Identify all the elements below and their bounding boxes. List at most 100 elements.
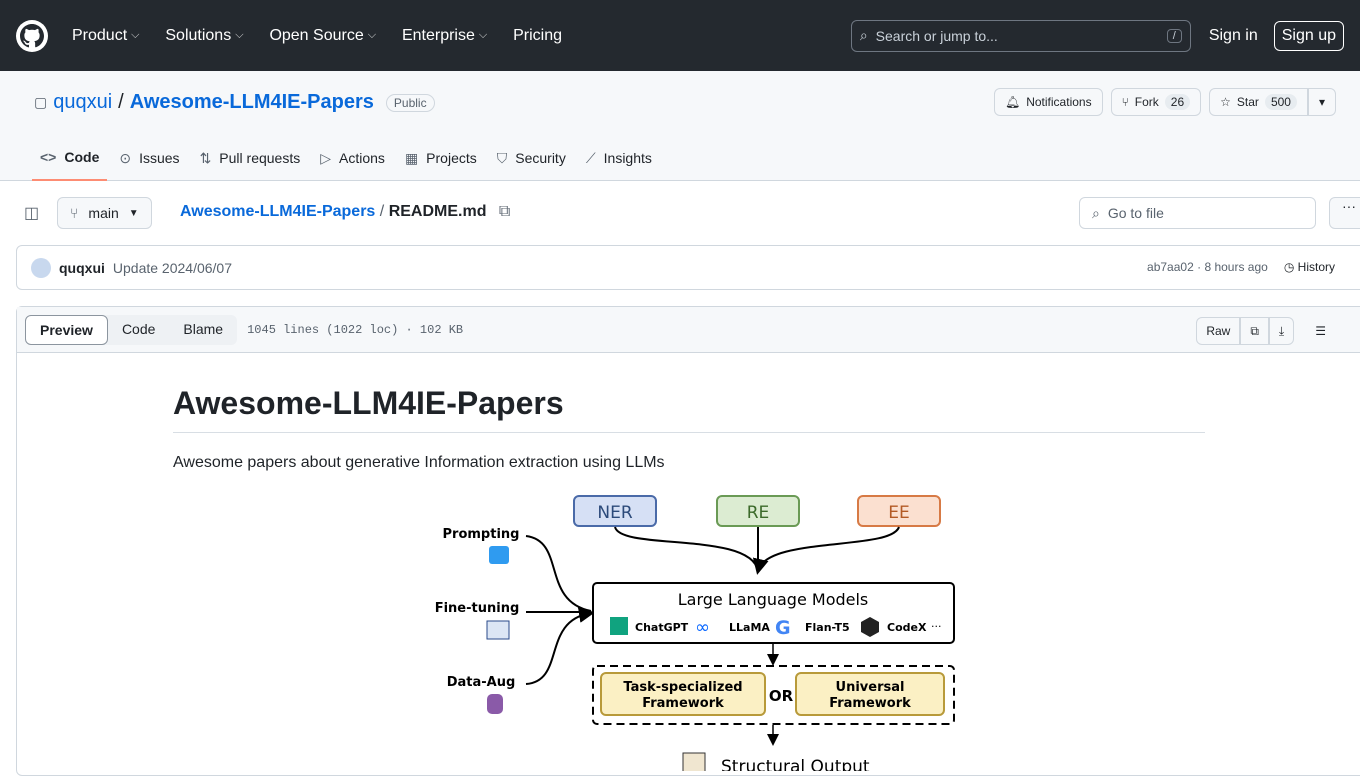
separator: / <box>379 203 385 220</box>
sign-in-link[interactable]: Sign in <box>1209 27 1258 45</box>
global-header: Product ⌵ Solutions ⌵ Open Source ⌵ Enterpr… <box>0 0 1360 71</box>
branch-selector[interactable]: ⑂ main ▼ <box>57 197 152 229</box>
download-button[interactable]: ⤓ <box>1268 317 1295 345</box>
chatgpt-icon <box>610 617 628 635</box>
tab-label: Actions <box>339 150 385 166</box>
latest-commit: quqxui Update 2024/06/07 ab7aa02 · 8 hou… <box>16 245 1360 290</box>
tab-insights[interactable]: ⟋ Insights <box>578 141 660 181</box>
tab-actions[interactable]: ▷ Actions <box>312 141 393 181</box>
commit-meta: ab7aa02 · 8 hours ago ◷ History <box>1147 260 1335 274</box>
fork-icon: ⑂ <box>1121 95 1129 109</box>
branch-name: main <box>88 205 119 221</box>
repo-name-link[interactable]: Awesome-LLM4IE-Papers <box>130 91 374 114</box>
branch-icon: ⑂ <box>70 205 79 221</box>
github-logo-icon[interactable] <box>16 19 48 52</box>
outline-button[interactable]: ☰ <box>1306 317 1335 345</box>
preview-tab[interactable]: Preview <box>25 314 108 345</box>
fork-button[interactable]: ⑂ Fork 26 <box>1110 88 1202 116</box>
file-header: Preview Code Blame 1045 lines (1022 loc)… <box>17 307 1360 353</box>
star-count: 500 <box>1264 94 1297 110</box>
code-tab[interactable]: Code <box>108 315 169 345</box>
meta-icon: ∞ <box>695 617 710 638</box>
or-label: OR <box>769 687 794 705</box>
search-input[interactable]: ⌕ Search or jump to... / <box>850 19 1191 52</box>
tab-label: Projects <box>426 150 477 166</box>
sidebar-toggle-icon[interactable]: ◫ <box>24 203 39 223</box>
repo-owner-link[interactable]: quqxui <box>53 91 112 114</box>
framework-label: Framework <box>829 696 911 711</box>
raw-button[interactable]: Raw <box>1196 317 1241 345</box>
commit-time: 8 hours ago <box>1204 260 1268 274</box>
notifications-button[interactable]: 🔔︎ Notifications <box>993 88 1103 116</box>
tab-label: Pull requests <box>219 150 301 166</box>
star-button[interactable]: ☆ Star 500 <box>1209 88 1308 116</box>
tab-label: Security <box>515 150 566 166</box>
commit-message[interactable]: Update 2024/06/07 <box>113 260 232 276</box>
nav-pricing[interactable]: Pricing <box>513 27 562 45</box>
chevron-down-icon: ⌵ <box>478 29 488 41</box>
table-icon: ▦ <box>404 149 419 166</box>
tab-issues[interactable]: ⊙ Issues <box>111 141 187 181</box>
repo-icon: ▢ <box>34 94 48 110</box>
chevron-down-icon: ⌵ <box>131 29 140 41</box>
task-re-label: RE <box>747 503 770 523</box>
commit-author[interactable]: quqxui <box>59 260 105 276</box>
nav-solutions[interactable]: Solutions ⌵ <box>165 27 243 45</box>
tab-security[interactable]: ⛉ Security <box>489 141 574 181</box>
nav-label: Open Source <box>269 26 364 44</box>
copy-icon[interactable]: ⧉ <box>499 203 510 220</box>
copy-raw-button[interactable]: ⧉ <box>1240 317 1269 345</box>
repo-tabs: <> Code ⊙ Issues ⇅ Pull requests ▷ Actions ▦… <box>32 141 660 181</box>
separator: · <box>1197 260 1202 274</box>
nav-product[interactable]: Product ⌵ <box>72 27 139 45</box>
commit-sha[interactable]: ab7aa02 <box>1147 260 1194 274</box>
readme-description: Awesome papers about generative Informat… <box>173 454 665 471</box>
nav-label: Pricing <box>513 26 563 44</box>
star-dropdown-button[interactable]: ▾ <box>1307 88 1336 116</box>
graph-icon: ⟋ <box>585 149 596 166</box>
model-chatgpt: ChatGPT <box>635 621 689 634</box>
sign-up-button[interactable]: Sign up <box>1273 20 1344 51</box>
more-options-button[interactable]: ··· <box>1329 197 1360 229</box>
search-icon: ⌕ <box>859 27 868 43</box>
breadcrumb-file: README.md <box>388 203 487 220</box>
shield-icon: ⛉ <box>496 149 508 166</box>
tab-label: Code <box>64 149 100 165</box>
go-to-file-input[interactable]: ⌕ Go to file <box>1079 197 1316 229</box>
nav-label: Solutions <box>165 26 232 44</box>
star-label: Star <box>1236 95 1259 109</box>
caret-down-icon: ▼ <box>128 207 139 219</box>
history-icon: ◷ <box>1283 260 1295 274</box>
task-ner-label: NER <box>597 503 632 523</box>
issue-icon: ⊙ <box>119 149 132 166</box>
separator: / <box>118 91 124 113</box>
breadcrumb-repo-link[interactable]: Awesome-LLM4IE-Papers <box>180 203 375 220</box>
go-to-file-placeholder: Go to file <box>1107 205 1164 221</box>
tab-projects[interactable]: ▦ Projects <box>397 141 485 181</box>
tab-label: Issues <box>139 150 180 166</box>
tab-code[interactable]: <> Code <box>32 141 108 181</box>
nav-label: Product <box>72 26 128 44</box>
nav-label: Enterprise <box>401 26 475 44</box>
method-prompting: Prompting <box>443 527 520 542</box>
breadcrumb: Awesome-LLM4IE-Papers / README.md ⧉ <box>180 203 510 221</box>
file-actions: Raw ⧉ ⤓ ☰ <box>1196 317 1335 345</box>
repo-actions: 🔔︎ Notifications ⑂ Fork 26 ☆ Star 500 ▾ <box>993 88 1336 116</box>
nav-open-source[interactable]: Open Source ⌵ <box>269 27 376 45</box>
kebab-icon: ··· <box>1342 198 1356 214</box>
fork-count: 26 <box>1164 94 1191 110</box>
blame-tab[interactable]: Blame <box>169 315 237 345</box>
google-icon: G <box>775 617 791 639</box>
fork-label: Fork <box>1134 95 1159 109</box>
history-link[interactable]: ◷ History <box>1284 260 1335 274</box>
avatar[interactable] <box>31 257 51 278</box>
list-icon: ☰ <box>1315 324 1326 338</box>
overview-figure: NER RE EE Prompting Fine-tuning Data-Aug… <box>435 495 955 771</box>
framework-label: Universal <box>836 680 905 695</box>
chevron-down-icon: ▾ <box>1318 95 1325 109</box>
tab-label: Insights <box>603 150 652 166</box>
tab-pull-requests[interactable]: ⇅ Pull requests <box>192 141 309 181</box>
chevron-down-icon: ⌵ <box>367 29 377 41</box>
nav-enterprise[interactable]: Enterprise ⌵ <box>402 27 487 45</box>
repo-header: ▢ quqxui / Awesome-LLM4IE-Papers Public 🔔… <box>0 71 1360 181</box>
